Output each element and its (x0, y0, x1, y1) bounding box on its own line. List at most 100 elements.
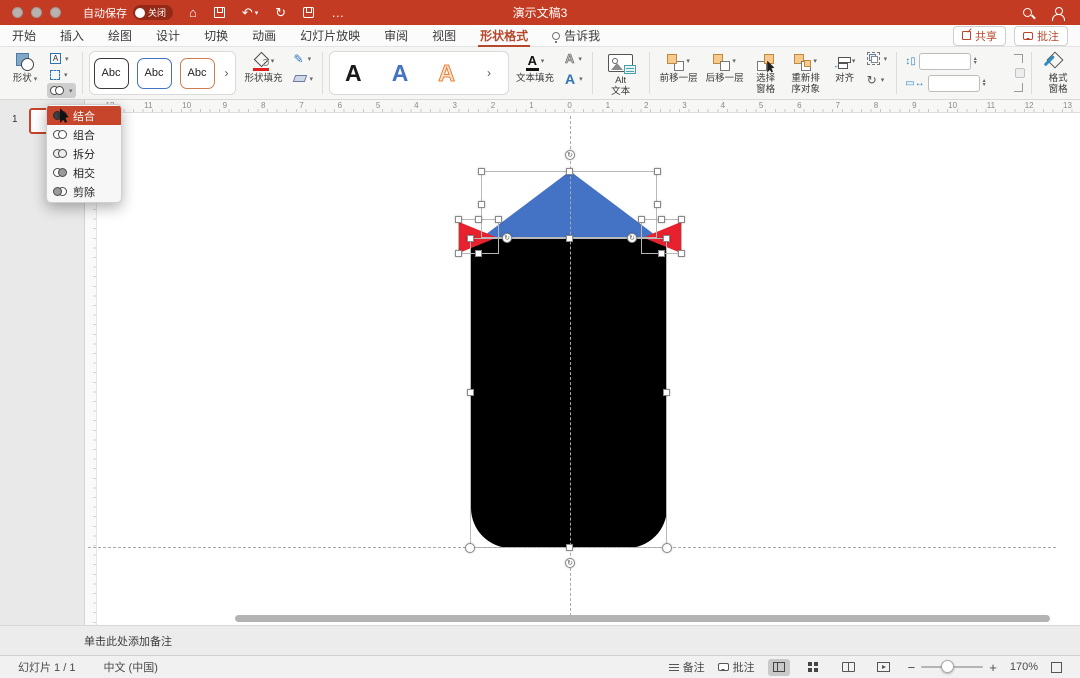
wordart-style-option[interactable]: A (392, 60, 409, 87)
selection-handle[interactable] (566, 235, 573, 242)
reading-view-button[interactable] (838, 659, 860, 676)
zoom-level[interactable]: 170% (1010, 661, 1038, 673)
horizontal-scrollbar[interactable] (85, 615, 1080, 623)
autosave-toggle[interactable]: 关闭 (133, 5, 173, 20)
more-commands-icon[interactable]: … (331, 5, 344, 20)
selection-handle[interactable] (658, 250, 665, 257)
group-objects-button[interactable]: ▾ (864, 51, 891, 66)
language-indicator[interactable]: 中文 (中国) (103, 659, 157, 675)
selection-handle[interactable] (678, 216, 685, 223)
reorder-objects-button[interactable]: ▾ 重新排 序对象 (784, 51, 828, 96)
rotate-handle[interactable]: ↻ (502, 233, 512, 243)
zoom-slider-knob[interactable] (941, 660, 954, 673)
menu-item-combine[interactable]: 组合 (47, 125, 121, 144)
selection-handle[interactable] (654, 168, 661, 175)
bring-forward-button[interactable]: ▾ 前移一层 (656, 51, 702, 85)
share-button[interactable]: 共享 (953, 26, 1006, 46)
comments-button[interactable]: 批注 (1014, 26, 1068, 46)
menu-item-fragment[interactable]: 拆分 (47, 144, 121, 163)
zoom-out-button[interactable]: − (908, 660, 916, 675)
selection-handle[interactable] (455, 216, 462, 223)
account-icon[interactable] (1052, 7, 1064, 19)
shape-effects-button[interactable]: ▾ (291, 71, 317, 86)
scrollbar-thumb[interactable] (235, 615, 1050, 622)
shape-style-option[interactable]: Abc (94, 58, 129, 89)
shape-style-option[interactable]: Abc (180, 58, 215, 89)
selection-handle[interactable] (478, 201, 485, 208)
tab-transitions[interactable]: 切换 (204, 25, 228, 47)
redo-icon[interactable]: ↻ (275, 5, 286, 21)
format-pane-button[interactable]: 格式 窗格 (1038, 51, 1078, 96)
merge-shapes-button[interactable]: ▾ (47, 83, 76, 98)
tab-slideshow[interactable]: 幻灯片放映 (300, 25, 360, 47)
selection-handle[interactable] (658, 216, 665, 223)
selection-handle[interactable] (566, 544, 573, 551)
lock-aspect-checkbox[interactable] (1015, 68, 1025, 78)
tab-draw[interactable]: 绘图 (108, 25, 132, 47)
minimize-window-button[interactable] (31, 7, 42, 18)
zoom-in-button[interactable]: + (989, 660, 997, 675)
selection-handle[interactable] (467, 235, 474, 242)
selection-handle[interactable] (475, 216, 482, 223)
selection-handle[interactable] (678, 250, 685, 257)
selection-handle[interactable] (455, 250, 462, 257)
tab-view[interactable]: 视图 (432, 25, 456, 47)
text-fill-button[interactable]: A▾ 文本填充 (513, 51, 557, 85)
gallery-more-button[interactable]: › (485, 66, 493, 80)
save-icon[interactable] (214, 7, 225, 18)
text-outline-button[interactable]: A▾ (562, 51, 586, 66)
selection-handle[interactable] (478, 168, 485, 175)
selection-handle[interactable] (465, 543, 475, 553)
height-stepper[interactable]: ▴▾ (974, 58, 977, 65)
shape-height-input[interactable] (919, 53, 971, 70)
normal-view-button[interactable] (768, 659, 790, 676)
tab-home[interactable]: 开始 (12, 25, 36, 47)
selection-pane-button[interactable]: 选择 窗格 (748, 51, 784, 96)
tab-tell-me[interactable]: 告诉我 (552, 25, 600, 47)
tab-animations[interactable]: 动画 (252, 25, 276, 47)
search-icon[interactable] (1023, 8, 1032, 17)
text-box-button[interactable]: A▾ (47, 51, 76, 66)
selection-handle[interactable] (663, 389, 670, 396)
text-effects-button[interactable]: A▾ (562, 71, 586, 86)
vertical-guide[interactable] (570, 116, 571, 616)
menu-item-union[interactable]: 结合 (47, 106, 121, 125)
autosave-control[interactable]: 自动保存 关闭 (83, 5, 173, 21)
shape-style-option[interactable]: Abc (137, 58, 172, 89)
menu-item-intersect[interactable]: 相交 (47, 163, 121, 182)
comments-toggle-button[interactable]: 批注 (718, 659, 755, 675)
insert-shapes-button[interactable]: 形状▾ (8, 51, 42, 85)
slideshow-view-button[interactable] (873, 659, 895, 676)
align-button[interactable]: ←▾ 对齐 (828, 51, 862, 85)
gallery-more-button[interactable]: › (223, 66, 231, 80)
shape-width-input[interactable] (928, 75, 980, 92)
edit-shape-button[interactable]: ▾ (47, 67, 76, 82)
home-icon[interactable]: ⌂ (189, 5, 197, 20)
selection-handle[interactable] (662, 543, 672, 553)
print-icon[interactable] (303, 7, 314, 18)
tab-design[interactable]: 设计 (156, 25, 180, 47)
zoom-window-button[interactable] (50, 7, 61, 18)
rotate-handle[interactable]: ↻ (627, 233, 637, 243)
shape-fill-button[interactable]: ▾ 形状填充 (242, 51, 286, 85)
selection-handle[interactable] (467, 389, 474, 396)
zoom-slider[interactable] (921, 666, 983, 668)
selection-handle[interactable] (638, 216, 645, 223)
selection-handle[interactable] (495, 216, 502, 223)
rotate-handle[interactable]: ↻ (565, 150, 575, 160)
selection-handle[interactable] (663, 235, 670, 242)
wordart-style-option[interactable]: A (438, 60, 455, 87)
tab-review[interactable]: 审阅 (384, 25, 408, 47)
tab-shape-format[interactable]: 形状格式 (480, 25, 528, 47)
fit-to-window-icon[interactable] (1051, 662, 1062, 673)
tab-insert[interactable]: 插入 (60, 25, 84, 47)
wordart-style-option[interactable]: A (345, 60, 362, 87)
close-window-button[interactable] (12, 7, 23, 18)
notes-toggle-button[interactable]: 备注 (669, 659, 705, 675)
selection-handle[interactable] (566, 168, 573, 175)
rotate-handle[interactable]: ↻ (565, 558, 575, 568)
selection-handle[interactable] (475, 250, 482, 257)
slide-sorter-view-button[interactable] (803, 659, 825, 676)
notes-pane[interactable]: 单击此处添加备注 (0, 625, 1080, 655)
alt-text-button[interactable]: Alt 文本 (599, 51, 643, 98)
